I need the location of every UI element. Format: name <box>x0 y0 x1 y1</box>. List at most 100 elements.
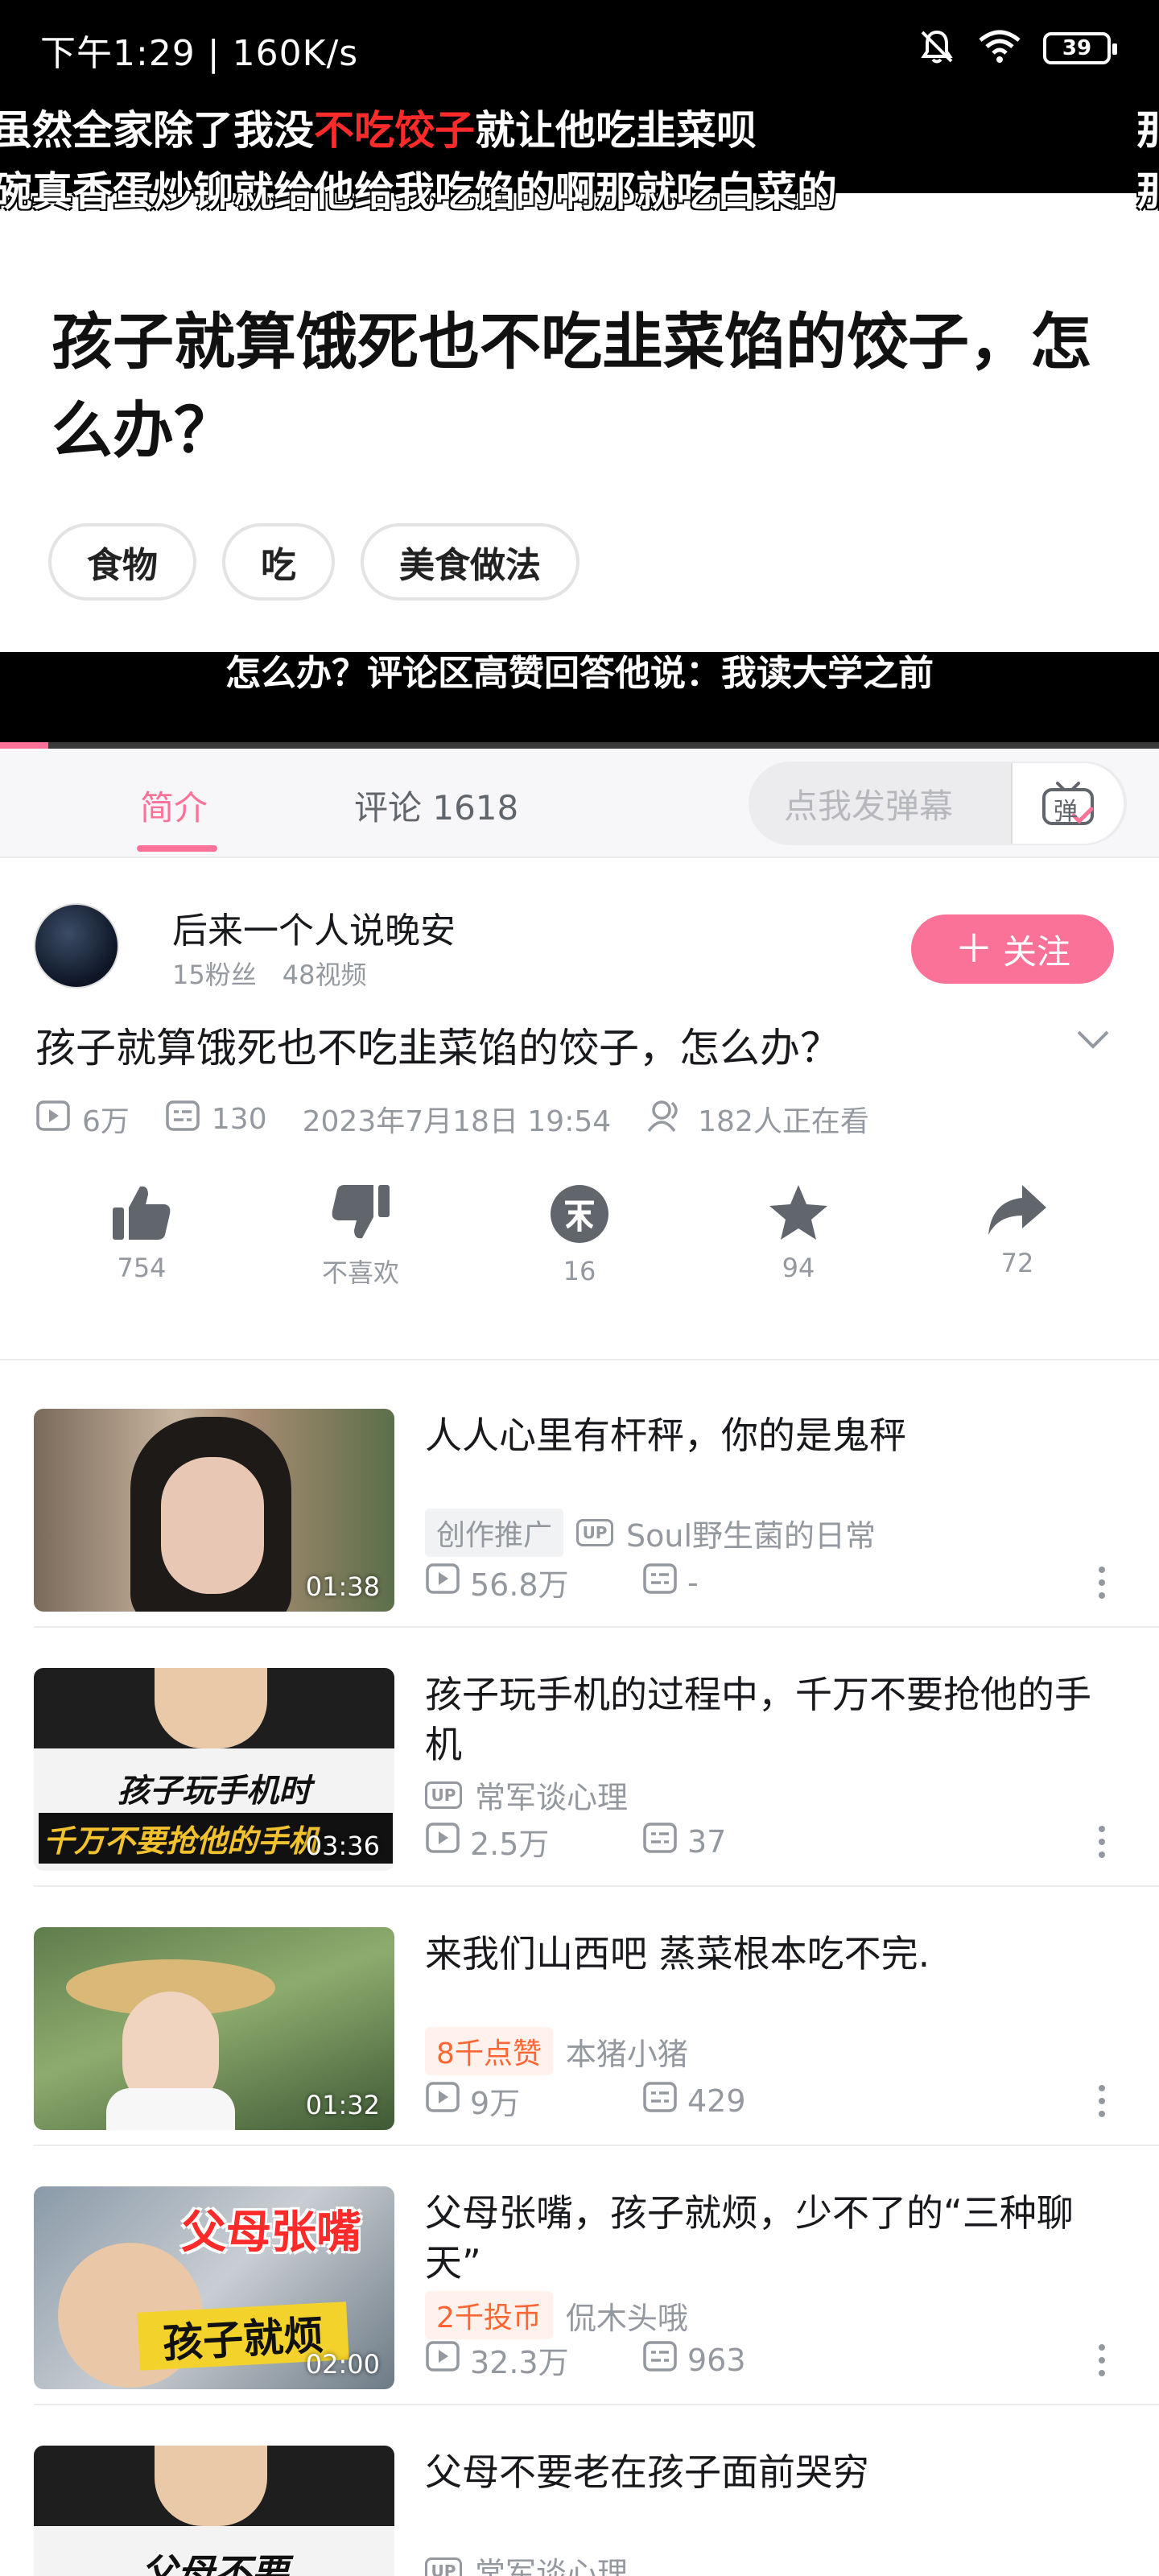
rec-uploader[interactable]: 本猪小猪 <box>566 2029 688 2074</box>
status-time: 下午1:29 | 160K/s <box>40 33 359 74</box>
video-duration: 02:00 <box>305 2349 380 2380</box>
play-count-icon <box>425 1822 460 1861</box>
coin-icon <box>499 1183 660 1245</box>
battery-level: 39 <box>1062 36 1092 60</box>
video-thumbnail[interactable]: 01:32 <box>34 1927 394 2130</box>
danmaku-count: 130 <box>165 1100 267 1139</box>
rec-stats: 32.3万 963 <box>425 2338 860 2382</box>
progress-fill <box>0 742 49 749</box>
avatar[interactable] <box>34 903 119 989</box>
danmaku-count-icon <box>642 1563 678 1602</box>
more-icon[interactable] <box>1096 1826 1107 1858</box>
thumbs-up-icon <box>61 1183 222 1241</box>
video-subtitle: 怎么办？评论区高赞回答他说：我读大学之前 <box>225 653 934 694</box>
rec-badgeline: 创作推广 UP Soul野生菌的日常 <box>425 1509 876 1557</box>
thumbnail-text-1: 父母张嘴 <box>181 2207 361 2259</box>
rec-stats: 2.5万 37 <box>425 1819 860 1864</box>
star-icon <box>718 1183 879 1241</box>
danmaku-line-1: 虽然全家除了我没不吃饺子就让他吃韭菜呗 <box>0 98 757 156</box>
danmaku-count-icon <box>165 1100 200 1139</box>
rec-danmaku-value: 37 <box>687 1823 727 1860</box>
video-thumbnail[interactable]: 父母张嘴 孩子就烦 02:00 <box>34 2186 394 2389</box>
rec-title: 父母不要老在孩子面前哭穷 <box>425 2450 869 2494</box>
rec-views-value: 56.8万 <box>470 1567 569 1603</box>
rec-uploader[interactable]: 常军谈心理 <box>475 2549 628 2576</box>
rec-danmaku-value: 429 <box>687 2083 746 2119</box>
coin-badge: 2千投币 <box>425 2291 553 2339</box>
danmaku-highlight: 不吃饺子 <box>314 107 475 154</box>
coin-count: 16 <box>563 1256 596 1286</box>
promo-badge: 创作推广 <box>425 1509 564 1557</box>
up-tag-icon: UP <box>425 1781 462 1809</box>
rec-title: 孩子玩手机的过程中，千万不要抢他的手机 <box>425 1673 1091 1766</box>
play-count-icon <box>35 1100 71 1139</box>
tab-underline <box>137 845 217 852</box>
list-item[interactable]: 01:32 来我们山西吧 蒸菜根本吃不完. 8千点赞 本猪小猪 9万 429 <box>0 1887 1159 2146</box>
thumbs-down-icon <box>280 1183 441 1241</box>
more-icon[interactable] <box>1096 2344 1107 2376</box>
dislike-button[interactable]: 不喜欢 <box>280 1183 441 1290</box>
up-tag-icon: UP <box>425 2557 462 2576</box>
plus-icon: ＋ <box>954 927 993 972</box>
wifi-icon <box>977 29 1022 68</box>
danmaku-toggle-icon: 弹 <box>1041 780 1095 827</box>
tab-bar: 简介 评论 1618 点我发弹幕 弹 <box>0 749 1159 858</box>
danmaku-text: 虽然全家除了我没 <box>0 107 314 154</box>
thumbnail-face <box>155 1668 267 1748</box>
danmaku-count-icon <box>642 2340 678 2380</box>
rec-views-value: 32.3万 <box>470 2345 569 2380</box>
rec-danmaku: - <box>642 1563 860 1602</box>
uploader-name[interactable]: 后来一个人说晚安 <box>172 902 456 953</box>
watching-icon <box>646 1099 687 1140</box>
list-item[interactable]: 父母张嘴 孩子就烦 02:00 父母张嘴，孩子就烦，少不了的“三种聊天” 2千投… <box>0 2146 1159 2405</box>
thumbnail-shirt <box>106 2088 235 2130</box>
status-bar: 下午1:29 | 160K/s 39 <box>0 0 1159 97</box>
progress-bar[interactable] <box>0 742 1159 749</box>
rec-badgeline: 8千点赞 本猪小猪 <box>425 2027 688 2075</box>
rec-title: 人人心里有杆秤，你的是鬼秤 <box>425 1414 906 1457</box>
more-icon[interactable] <box>1096 2085 1107 2117</box>
play-count-icon <box>425 2340 460 2380</box>
follow-button[interactable]: ＋ 关注 <box>911 914 1114 984</box>
rec-title: 父母张嘴，孩子就烦，少不了的“三种聊天” <box>425 2191 1074 2285</box>
rec-views-value: 2.5万 <box>470 1827 550 1862</box>
video-player[interactable]: 下午1:29 | 160K/s 39 虽然全家除了我没不吃饺子就让他吃韭菜呗 那… <box>0 0 1159 749</box>
list-item[interactable]: 孩子玩手机时 千万不要抢他的手机 03:36 孩子玩手机的过程中，千万不要抢他的… <box>0 1628 1159 1887</box>
publish-date: 2023年7月18日 19:54 <box>302 1105 612 1138</box>
watching-count: 182人正在看 <box>646 1098 869 1140</box>
danmaku-count-value: 130 <box>211 1102 267 1136</box>
dislike-label: 不喜欢 <box>321 1257 399 1288</box>
favorite-button[interactable]: 94 <box>718 1183 879 1283</box>
danmaku-toggle-button[interactable]: 弹 <box>1011 763 1124 844</box>
action-row: 754 不喜欢 16 94 72 <box>0 1183 1159 1320</box>
coin-button[interactable]: 16 <box>499 1183 660 1286</box>
rec-stats: 56.8万 - <box>425 1560 860 1604</box>
rec-uploader[interactable]: Soul野生菌的日常 <box>626 1511 876 1555</box>
rec-badgeline: UP 常军谈心理 <box>425 1773 628 1817</box>
rec-danmaku: 429 <box>642 2081 860 2120</box>
video-thumbnail[interactable]: 父母不要 <box>34 2446 394 2576</box>
list-item[interactable]: 父母不要 父母不要老在孩子面前哭穷 UP 常军谈心理 <box>0 2405 1159 2576</box>
chevron-down-icon[interactable] <box>1075 1027 1111 1051</box>
frame-tag: 食物 <box>48 523 196 601</box>
rec-views: 32.3万 <box>425 2338 642 2382</box>
danmaku-edge-2: 那 <box>1136 168 1159 215</box>
like-button[interactable]: 754 <box>61 1183 222 1283</box>
tab-intro[interactable]: 简介 <box>140 781 208 830</box>
rec-uploader[interactable]: 常军谈心理 <box>475 1773 628 1817</box>
status-icons: 39 <box>918 27 1117 69</box>
follow-label: 关注 <box>1003 931 1071 972</box>
video-thumbnail[interactable]: 01:38 <box>34 1409 394 1612</box>
list-item[interactable]: 01:38 人人心里有杆秤，你的是鬼秤 创作推广 UP Soul野生菌的日常 5… <box>0 1368 1159 1628</box>
rec-views-value: 9万 <box>470 2086 521 2121</box>
rec-danmaku: 963 <box>642 2340 860 2380</box>
more-icon[interactable] <box>1096 1567 1107 1599</box>
share-button[interactable]: 72 <box>937 1183 1098 1278</box>
uploader-stats: 15粉丝 48视频 <box>172 960 367 990</box>
tab-comments[interactable]: 评论 1618 <box>354 781 518 830</box>
rec-uploader[interactable]: 侃木头哦 <box>566 2293 688 2338</box>
frame-tag: 美食做法 <box>361 523 580 601</box>
video-thumbnail[interactable]: 孩子玩手机时 千万不要抢他的手机 03:36 <box>34 1668 394 1871</box>
like-count: 754 <box>117 1253 167 1283</box>
favorite-count: 94 <box>782 1253 815 1283</box>
